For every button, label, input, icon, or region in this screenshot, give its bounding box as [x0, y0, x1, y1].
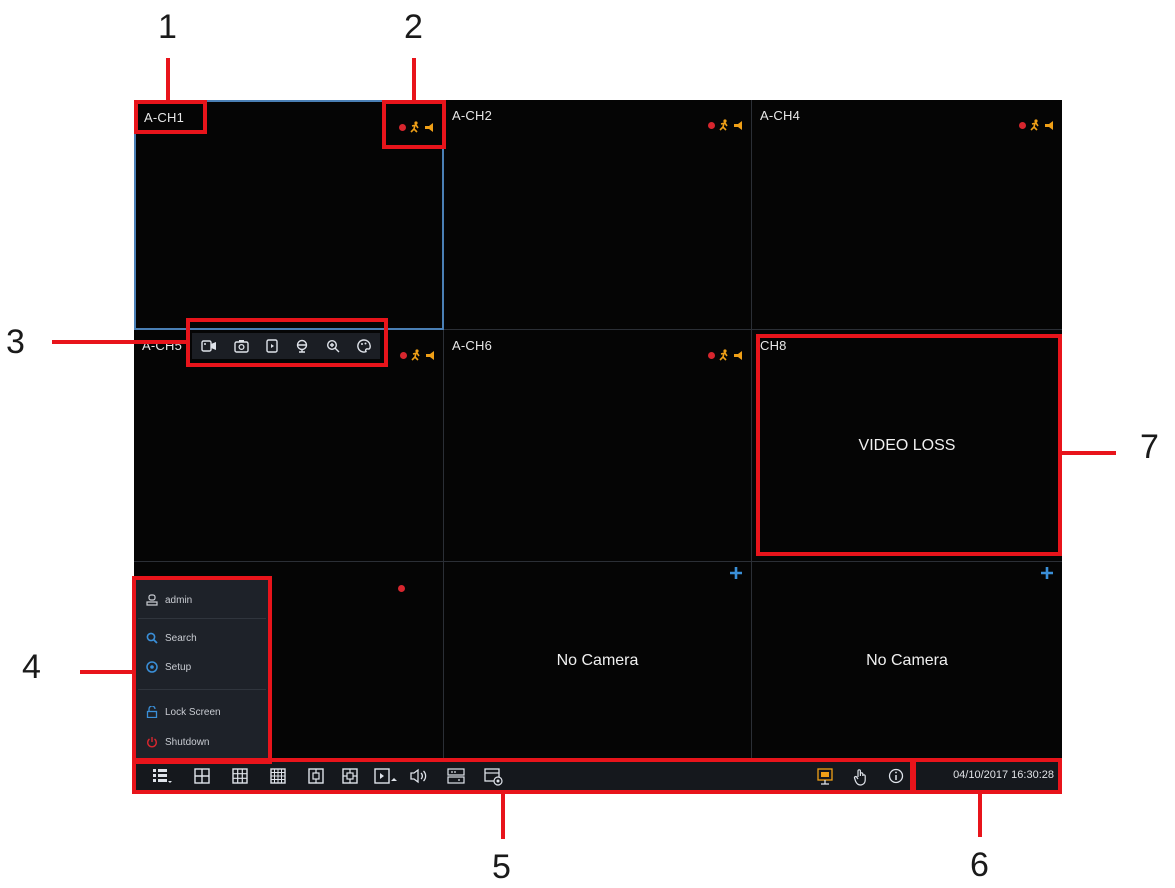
alarm-icon	[734, 120, 742, 130]
callout-line-4	[80, 670, 134, 674]
channel-status-icons	[708, 119, 743, 131]
callout-6: 6	[970, 846, 989, 884]
channel-cell-a-ch4[interactable]: A-CH4	[752, 100, 1062, 330]
highlight-start-menu	[132, 576, 272, 764]
motion-icon	[411, 349, 420, 361]
highlight-taskbar	[132, 758, 914, 794]
no-camera-message: No Camera	[556, 651, 639, 669]
callout-7: 7	[1140, 428, 1159, 466]
recording-dot-icon	[708, 121, 715, 129]
highlight-channel-name	[134, 100, 207, 134]
channel-cell-a-ch2[interactable]: A-CH2	[444, 100, 752, 330]
recording-dot-icon	[398, 585, 405, 592]
callout-1: 1	[158, 8, 177, 46]
callout-3: 3	[6, 323, 25, 361]
recording-dot-icon	[400, 351, 407, 359]
no-camera-message: No Camera	[866, 651, 948, 669]
add-camera-icon[interactable]	[1040, 566, 1054, 580]
callout-line-2	[412, 58, 416, 102]
alarm-icon	[734, 350, 742, 360]
channel-status-icons	[400, 349, 435, 361]
callout-2: 2	[404, 8, 423, 46]
highlight-quick-toolbar	[186, 318, 388, 367]
callout-5: 5	[492, 848, 511, 886]
channel-label: A-CH2	[452, 108, 493, 123]
channel-cell-9[interactable]: No Camera	[752, 562, 1062, 760]
recording-dot-icon	[708, 351, 715, 359]
callout-line-6	[978, 793, 982, 837]
callout-4: 4	[22, 648, 41, 686]
highlight-video-loss	[756, 334, 1062, 556]
highlight-clock	[912, 758, 1062, 794]
channel-label: A-CH4	[760, 108, 801, 123]
motion-icon	[719, 349, 728, 361]
callout-line-3	[52, 340, 188, 344]
channel-cell-8[interactable]: No Camera	[444, 562, 752, 760]
channel-status-icons	[1019, 119, 1054, 131]
channel-label: A-CH6	[452, 338, 493, 353]
motion-icon	[719, 119, 728, 131]
alarm-icon	[426, 350, 434, 360]
highlight-status-icons	[382, 100, 446, 149]
recording-dot-icon	[1019, 121, 1026, 129]
motion-icon	[1030, 119, 1039, 131]
callout-line-1	[166, 58, 170, 102]
alarm-icon	[1045, 120, 1053, 130]
channel-cell-a-ch6[interactable]: A-CH6	[444, 330, 752, 562]
callout-line-5	[501, 793, 505, 839]
add-camera-icon[interactable]	[729, 566, 743, 580]
channel-status-icons	[708, 349, 743, 361]
callout-line-7	[1060, 451, 1116, 455]
